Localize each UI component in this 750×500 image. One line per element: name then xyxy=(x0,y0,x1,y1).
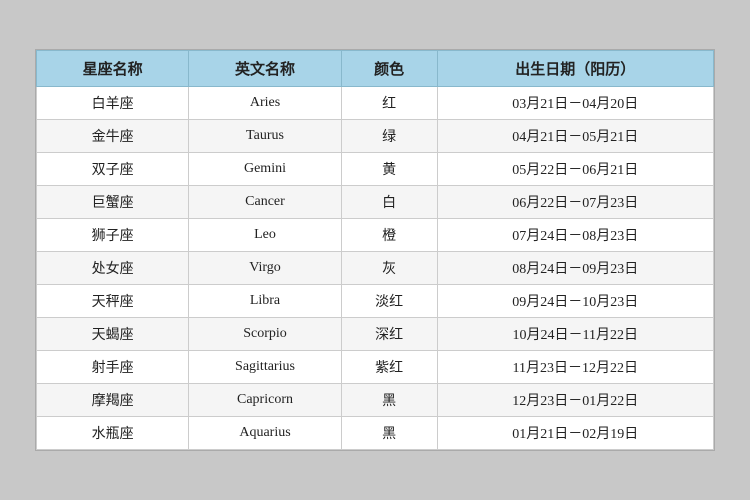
table-cell: 10月24日－11月22日 xyxy=(437,318,713,351)
table-cell: 红 xyxy=(341,87,437,120)
table-cell: 狮子座 xyxy=(37,219,189,252)
table-row: 摩羯座Capricorn黑12月23日－01月22日 xyxy=(37,384,714,417)
table-cell: Leo xyxy=(189,219,341,252)
table-header-cell: 星座名称 xyxy=(37,51,189,87)
table-cell: 深红 xyxy=(341,318,437,351)
table-cell: 天蝎座 xyxy=(37,318,189,351)
table-row: 白羊座Aries红03月21日－04月20日 xyxy=(37,87,714,120)
table-header-row: 星座名称英文名称颜色出生日期（阳历） xyxy=(37,51,714,87)
table-cell: 06月22日－07月23日 xyxy=(437,186,713,219)
zodiac-table: 星座名称英文名称颜色出生日期（阳历） 白羊座Aries红03月21日－04月20… xyxy=(36,50,714,450)
table-header-cell: 颜色 xyxy=(341,51,437,87)
table-cell: Virgo xyxy=(189,252,341,285)
table-row: 双子座Gemini黄05月22日－06月21日 xyxy=(37,153,714,186)
zodiac-table-container: 星座名称英文名称颜色出生日期（阳历） 白羊座Aries红03月21日－04月20… xyxy=(35,49,715,451)
table-cell: 黄 xyxy=(341,153,437,186)
table-row: 处女座Virgo灰08月24日－09月23日 xyxy=(37,252,714,285)
table-cell: 天秤座 xyxy=(37,285,189,318)
table-cell: 09月24日－10月23日 xyxy=(437,285,713,318)
table-cell: Capricorn xyxy=(189,384,341,417)
table-cell: 射手座 xyxy=(37,351,189,384)
table-cell: 04月21日－05月21日 xyxy=(437,120,713,153)
table-cell: 05月22日－06月21日 xyxy=(437,153,713,186)
table-body: 白羊座Aries红03月21日－04月20日金牛座Taurus绿04月21日－0… xyxy=(37,87,714,450)
table-header-cell: 出生日期（阳历） xyxy=(437,51,713,87)
table-header-cell: 英文名称 xyxy=(189,51,341,87)
table-cell: 08月24日－09月23日 xyxy=(437,252,713,285)
table-cell: 01月21日－02月19日 xyxy=(437,417,713,450)
table-row: 水瓶座Aquarius黑01月21日－02月19日 xyxy=(37,417,714,450)
table-cell: 白 xyxy=(341,186,437,219)
table-cell: 07月24日－08月23日 xyxy=(437,219,713,252)
table-cell: 绿 xyxy=(341,120,437,153)
table-cell: Aquarius xyxy=(189,417,341,450)
table-cell: Cancer xyxy=(189,186,341,219)
table-cell: 紫红 xyxy=(341,351,437,384)
table-cell: 处女座 xyxy=(37,252,189,285)
table-cell: Taurus xyxy=(189,120,341,153)
table-cell: 水瓶座 xyxy=(37,417,189,450)
table-cell: 双子座 xyxy=(37,153,189,186)
table-cell: 摩羯座 xyxy=(37,384,189,417)
table-cell: 淡红 xyxy=(341,285,437,318)
table-cell: 巨蟹座 xyxy=(37,186,189,219)
table-cell: 03月21日－04月20日 xyxy=(437,87,713,120)
table-row: 天蝎座Scorpio深红10月24日－11月22日 xyxy=(37,318,714,351)
table-row: 射手座Sagittarius紫红11月23日－12月22日 xyxy=(37,351,714,384)
table-cell: Aries xyxy=(189,87,341,120)
table-row: 天秤座Libra淡红09月24日－10月23日 xyxy=(37,285,714,318)
table-row: 巨蟹座Cancer白06月22日－07月23日 xyxy=(37,186,714,219)
table-cell: 灰 xyxy=(341,252,437,285)
table-cell: 12月23日－01月22日 xyxy=(437,384,713,417)
table-row: 金牛座Taurus绿04月21日－05月21日 xyxy=(37,120,714,153)
table-cell: Sagittarius xyxy=(189,351,341,384)
table-cell: Gemini xyxy=(189,153,341,186)
table-cell: Scorpio xyxy=(189,318,341,351)
table-cell: 金牛座 xyxy=(37,120,189,153)
table-cell: 黑 xyxy=(341,384,437,417)
table-cell: 黑 xyxy=(341,417,437,450)
table-cell: Libra xyxy=(189,285,341,318)
table-cell: 11月23日－12月22日 xyxy=(437,351,713,384)
table-cell: 白羊座 xyxy=(37,87,189,120)
table-cell: 橙 xyxy=(341,219,437,252)
table-row: 狮子座Leo橙07月24日－08月23日 xyxy=(37,219,714,252)
